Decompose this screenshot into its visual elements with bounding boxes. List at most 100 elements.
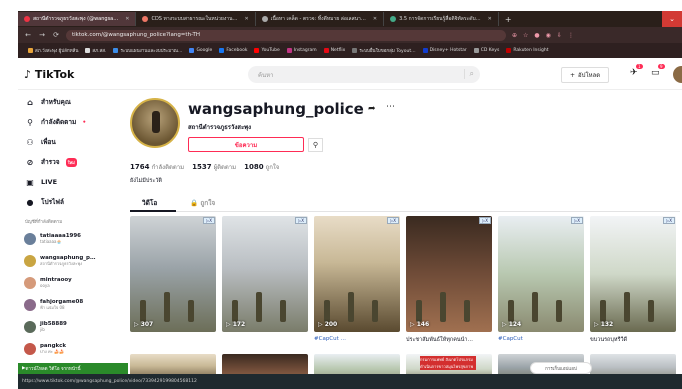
video-card[interactable] xyxy=(130,354,216,374)
close-tab-icon[interactable]: ✕ xyxy=(488,16,492,22)
profile-main: wangsaphung_police สถานีตำรวจภูธรวังสะพุ… xyxy=(128,92,682,374)
bookmark-item[interactable]: YouTube xyxy=(254,48,280,53)
bookmark-icon xyxy=(28,48,33,53)
new-tab-button[interactable]: + xyxy=(499,15,518,24)
video-thumbnail-figure xyxy=(280,300,286,322)
avatar[interactable] xyxy=(673,66,682,83)
avatar xyxy=(24,321,36,333)
video-caption[interactable]: ขบวนรถบุหรีวีดี xyxy=(590,336,676,344)
profile-stats: 1764 กำลังติดตาม 1537 ผู้ติดตาม 1080 ถูกใจ xyxy=(130,162,279,172)
menu-icon[interactable]: ⋮ xyxy=(568,32,574,39)
search-input[interactable]: ค้นหา ⌕ xyxy=(248,66,480,83)
video-thumbnail-figure xyxy=(464,300,470,322)
back-icon[interactable]: ← xyxy=(24,31,32,39)
ad-choices-icon[interactable]: ▷X xyxy=(663,217,675,224)
window-control-icon[interactable]: ⌄ xyxy=(662,11,682,27)
browser-tab[interactable]: สถานีตำรวจภูธรวังสะพุง (@wangsa… ✕ xyxy=(18,12,137,26)
bookmark-item[interactable]: Rakuten Insight xyxy=(506,48,548,53)
following-account-item[interactable]: wangsaphung_p… สถานีตำรวจภูธรวังสะพุง xyxy=(18,250,118,272)
video-card[interactable]: ▷X ▷ 307 xyxy=(130,216,216,332)
ad-choices-icon[interactable]: ▷X xyxy=(387,217,399,224)
sidebar-item-for-you[interactable]: ⌂ สำหรับคุณ xyxy=(18,92,118,112)
sidebar-item-explore[interactable]: ⊘ สำรวจ ใหม่ xyxy=(18,152,118,172)
reload-icon[interactable]: ⟳ xyxy=(52,31,60,39)
tiktok-favicon-icon xyxy=(24,16,30,22)
bookmark-item[interactable]: สภ.วังสะพุง ผู้ปลักทลีน xyxy=(28,47,78,54)
sidebar-item-profile[interactable]: ● โปรไฟล์ xyxy=(18,192,118,212)
messages-icon[interactable]: ▭ 9 xyxy=(651,64,665,78)
video-card[interactable]: ▷X ▷ 124 xyxy=(498,216,584,332)
following-account-item[interactable]: fahjorgame08 ฟ้า แจ่มใจ 08 xyxy=(18,294,118,316)
bookmark-item[interactable]: Disney+ Hotstar xyxy=(422,48,467,53)
bookmark-item[interactable]: CD Keys xyxy=(473,48,499,53)
lock-icon: 🔒 xyxy=(190,199,199,207)
video-card[interactable] xyxy=(222,354,308,374)
sidebar-item-live[interactable]: ▣ LIVE xyxy=(18,172,118,192)
ad-choices-icon[interactable]: ▷X xyxy=(479,217,491,224)
close-tab-icon[interactable]: ✕ xyxy=(125,16,129,22)
more-icon[interactable]: ⋯ xyxy=(386,102,395,112)
video-thumbnail-figure xyxy=(508,300,514,322)
sidebar-item-friends[interactable]: ⚇ เพื่อน xyxy=(18,132,118,152)
following-section-title: บัญชีที่กำลังติดตาม xyxy=(25,220,63,225)
zoom-icon[interactable]: ⊕ xyxy=(512,32,517,39)
following-account-item[interactable]: jib58889 jib xyxy=(18,316,118,338)
video-card[interactable]: ▷X ▷ 146 xyxy=(406,216,492,332)
account-subtitle: ooya xyxy=(40,282,50,288)
bookmark-item[interactable]: ระบบยื่นใบขอกลุ่ม Toyout… xyxy=(352,47,416,54)
account-subtitle: tatiaaaa🧁 xyxy=(40,238,62,244)
inbox-icon[interactable]: ✈ 1 xyxy=(630,64,643,78)
video-caption[interactable]: #CapCut xyxy=(498,336,584,342)
download-icon[interactable]: ⇩ xyxy=(557,32,562,39)
bookmark-icon xyxy=(323,48,329,53)
close-tab-icon[interactable]: ✕ xyxy=(245,16,249,22)
bookmark-item[interactable]: Google xyxy=(189,48,212,53)
following-account-item[interactable]: mintraooy ooya xyxy=(18,272,118,294)
avatar xyxy=(24,233,36,245)
browser-tab[interactable]: CDS ทางระบบสาธารณะในหน่วยงาน… ✕ xyxy=(136,12,256,26)
video-card[interactable]: ▷X ▷ 200 xyxy=(314,216,400,332)
ad-choices-icon[interactable]: ▷X xyxy=(571,217,583,224)
ad-choices-icon[interactable]: ▷X xyxy=(203,217,215,224)
tiktok-logo[interactable]: ♪ TikTok xyxy=(24,68,74,81)
forward-icon[interactable]: → xyxy=(38,31,46,39)
extension-icon[interactable]: ● xyxy=(534,32,539,39)
video-card[interactable]: ▷X ▷ 172 xyxy=(222,216,308,332)
tab-liked[interactable]: 🔒 ถูกใจ xyxy=(190,198,215,208)
bookmark-star-icon[interactable]: ☆ xyxy=(523,32,528,39)
video-card[interactable]: กรมการแพทย์ สังเกตโปรแกรม ดำเนินการขาวสม… xyxy=(406,354,492,374)
video-card[interactable] xyxy=(590,354,676,374)
search-icon[interactable]: ⌕ xyxy=(463,69,474,79)
upload-button[interactable]: + อัปโหลด xyxy=(561,67,610,83)
video-caption[interactable]: ประชาสัมพันธ์ให้ทุกคนนำ… xyxy=(406,336,492,344)
follow-user-icon[interactable]: ⚲ xyxy=(308,138,323,152)
video-thumbnail-figure xyxy=(256,292,262,322)
bookmark-item[interactable]: ระบบแผนงานและงบประมาณ… xyxy=(113,47,182,54)
browser-tab[interactable]: เนื้อหา เคล็ด - ตรวจ: ทิ้งดีหมาย ล่อเลสน… xyxy=(256,12,385,26)
bookmark-item[interactable]: Instagram xyxy=(286,48,317,53)
tab-videos[interactable]: วิดีโอ xyxy=(129,198,177,212)
following-account-item[interactable]: pangkck ปาง ค่ะ 🍰🍰 xyxy=(18,338,118,360)
video-card[interactable] xyxy=(314,354,400,374)
bookmark-item[interactable]: สภ.สส. xyxy=(85,47,106,54)
bookmark-item[interactable]: Netflix xyxy=(323,48,345,53)
ad-choices-icon[interactable]: ▷X xyxy=(295,217,307,224)
get-app-button[interactable]: การเก็บแอปแอป xyxy=(530,362,592,374)
profile-icon[interactable]: ◉ xyxy=(546,32,551,39)
message-button[interactable]: ข้อความ xyxy=(188,137,304,152)
share-icon[interactable]: ➦ xyxy=(368,104,376,114)
download-video-bar[interactable]: ▶ ดาวน์โหลด วิดีโอ จากหน้านี้ xyxy=(18,363,128,374)
video-card[interactable]: ▷X ▷ 132 xyxy=(590,216,676,332)
video-thumbnail-figure xyxy=(140,300,146,322)
video-thumbnail-figure xyxy=(164,292,170,322)
bookmark-item[interactable]: Facebook xyxy=(219,48,247,53)
following-account-item[interactable]: tatiaaaa1996 tatiaaaa🧁 xyxy=(18,228,118,250)
sidebar-item-following[interactable]: ⚲ กำลังติดตาม • xyxy=(18,112,118,132)
close-tab-icon[interactable]: ✕ xyxy=(373,16,377,22)
stat-likes: 1080 ถูกใจ xyxy=(244,163,280,171)
browser-tab[interactable]: 3.5 การจัดการเรียนรู้สื่อดิจิทัลระดับ… ✕ xyxy=(384,12,499,26)
bookmarks-bar: สภ.วังสะพุง ผู้ปลักทลีน สภ.สส. ระบบแผนงานแ… xyxy=(18,43,682,58)
url-field[interactable]: tiktok.com/@wangsaphung_police?lang=th-T… xyxy=(66,29,506,41)
plus-icon: + xyxy=(570,71,576,79)
video-caption[interactable]: #CapCut … xyxy=(314,336,400,342)
